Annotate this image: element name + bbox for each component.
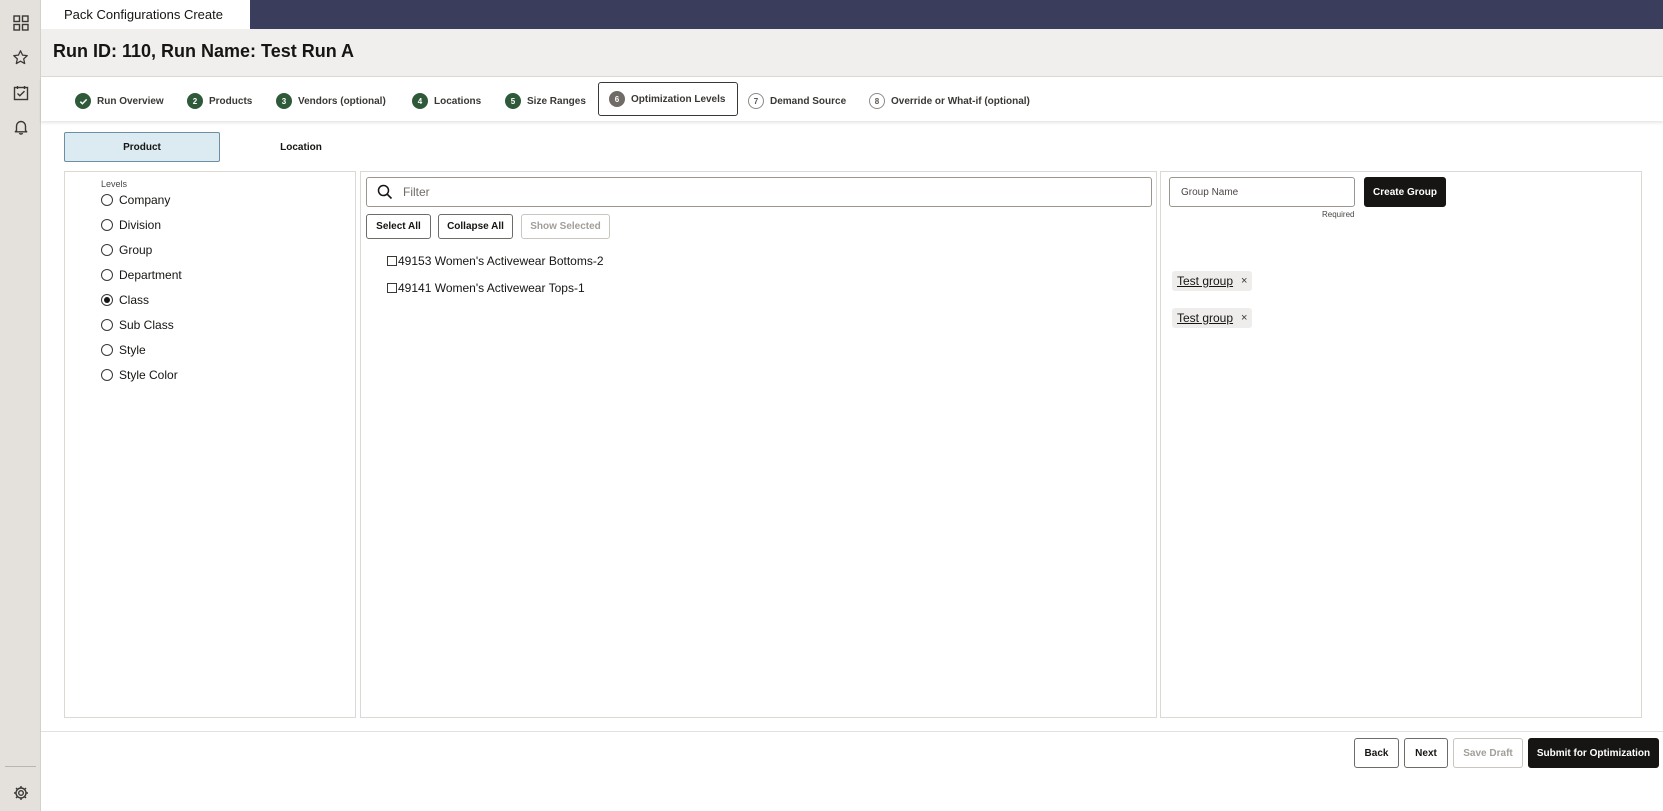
groups-panel: Required Create Group Test group × Test … (1160, 171, 1642, 718)
step-number: 7 (748, 93, 764, 109)
step-label: Override or What-if (optional) (891, 95, 1030, 107)
step-label: Vendors (optional) (298, 95, 386, 107)
level-option-style[interactable]: Style (101, 340, 146, 360)
level-label: Sub Class (119, 318, 174, 332)
level-option-sub-class[interactable]: Sub Class (101, 315, 174, 335)
step-run-overview[interactable]: Run Overview (75, 84, 164, 118)
radio-button[interactable] (101, 194, 113, 206)
collapse-all-button[interactable]: Collapse All (438, 214, 513, 239)
save-draft-button[interactable]: Save Draft (1453, 738, 1523, 768)
level-label: Style Color (119, 368, 178, 382)
level-label: Company (119, 193, 171, 207)
radio-button[interactable] (101, 269, 113, 281)
show-selected-button[interactable]: Show Selected (521, 214, 610, 239)
tab-location[interactable]: Location (223, 132, 379, 162)
group-chip: Test group × (1172, 308, 1253, 328)
radio-button[interactable] (101, 244, 113, 256)
remove-icon[interactable]: × (1241, 275, 1247, 287)
tree-item[interactable]: 49153 Women's Activewear Bottoms-2 (387, 254, 604, 268)
level-option-class[interactable]: Class (101, 290, 149, 310)
select-all-button[interactable]: Select All (366, 214, 431, 239)
bell-icon[interactable] (10, 116, 31, 137)
footer-divider (41, 731, 1663, 732)
levels-panel: Levels Company Division Group Department… (64, 171, 356, 718)
tree-item-label: 49153 Women's Activewear Bottoms-2 (398, 254, 604, 268)
group-chip-label[interactable]: Test group (1177, 274, 1233, 288)
page-title: Run ID: 110, Run Name: Test Run A (53, 41, 355, 61)
train-stepper: Run Overview 2 Products 3 Vendors (optio… (41, 77, 1663, 121)
step-override-what-if[interactable]: 8 Override or What-if (optional) (869, 84, 1030, 118)
app-tab[interactable]: Pack Configurations Create Run (41, 0, 250, 51)
top-bar: Pack Configurations Create Run (41, 0, 1663, 51)
task-check-icon[interactable] (10, 82, 31, 103)
levels-title: Levels (101, 179, 128, 189)
step-locations[interactable]: 4 Locations (412, 84, 481, 118)
filter-field[interactable] (366, 177, 1152, 207)
level-label: Group (119, 243, 153, 257)
step-label: Optimization Levels (631, 93, 726, 105)
step-number: 2 (187, 93, 203, 109)
step-optimization-levels[interactable]: 6 Optimization Levels (598, 82, 738, 116)
star-icon[interactable] (10, 47, 31, 68)
step-label: Locations (434, 95, 482, 107)
group-name-input[interactable] (1169, 177, 1355, 207)
step-products[interactable]: 2 Products (187, 84, 252, 118)
group-chip-label[interactable]: Test group (1177, 311, 1233, 325)
tree-item-label: 49141 Women's Activewear Tops-1 (398, 281, 585, 295)
step-label: Demand Source (770, 95, 847, 107)
step-number: 5 (505, 93, 521, 109)
step-demand-source[interactable]: 7 Demand Source (748, 84, 846, 118)
group-chip: Test group × (1172, 271, 1253, 291)
step-label: Products (209, 95, 253, 107)
step-number: 8 (869, 93, 885, 109)
left-rail (0, 0, 41, 811)
rail-divider (5, 766, 36, 767)
level-label: Class (119, 293, 150, 307)
step-size-ranges[interactable]: 5 Size Ranges (505, 84, 586, 118)
radio-button-selected[interactable] (101, 294, 113, 306)
submit-for-optimization-button[interactable]: Submit for Optimization (1528, 738, 1659, 768)
step-vendors[interactable]: 3 Vendors (optional) (276, 84, 386, 118)
tree-item[interactable]: 49141 Women's Activewear Tops-1 (387, 281, 585, 295)
search-icon (377, 184, 393, 200)
title-bar: Run ID: 110, Run Name: Test Run A (41, 29, 1663, 77)
tree-item-checkbox[interactable] (387, 256, 397, 266)
level-option-company[interactable]: Company (101, 190, 170, 210)
check-icon (75, 93, 91, 109)
level-option-group[interactable]: Group (101, 240, 152, 260)
level-label: Division (119, 218, 162, 232)
next-button[interactable]: Next (1404, 738, 1448, 768)
step-number: 4 (412, 93, 428, 109)
hierarchy-tree-panel: Select All Collapse All Show Selected 49… (360, 171, 1157, 718)
level-option-style-color[interactable]: Style Color (101, 365, 178, 385)
remove-icon[interactable]: × (1241, 312, 1247, 324)
tab-product[interactable]: Product (64, 132, 220, 162)
step-label: Run Overview (97, 95, 164, 107)
step-number: 6 (609, 91, 625, 107)
level-option-department[interactable]: Department (101, 265, 182, 285)
radio-button[interactable] (101, 319, 113, 331)
radio-button[interactable] (101, 344, 113, 356)
radio-button[interactable] (101, 369, 113, 381)
step-number: 3 (276, 93, 292, 109)
step-label: Size Ranges (527, 95, 586, 107)
level-option-division[interactable]: Division (101, 215, 161, 235)
create-group-button[interactable]: Create Group (1364, 177, 1446, 207)
required-hint: Required (1322, 210, 1355, 219)
level-label: Department (119, 268, 182, 282)
level-label: Style (119, 343, 146, 357)
gear-icon[interactable] (10, 782, 31, 803)
tree-item-checkbox[interactable] (387, 283, 397, 293)
filter-input[interactable] (403, 185, 1103, 199)
back-button[interactable]: Back (1354, 738, 1399, 768)
radio-button[interactable] (101, 219, 113, 231)
apps-grid-icon[interactable] (10, 12, 31, 33)
